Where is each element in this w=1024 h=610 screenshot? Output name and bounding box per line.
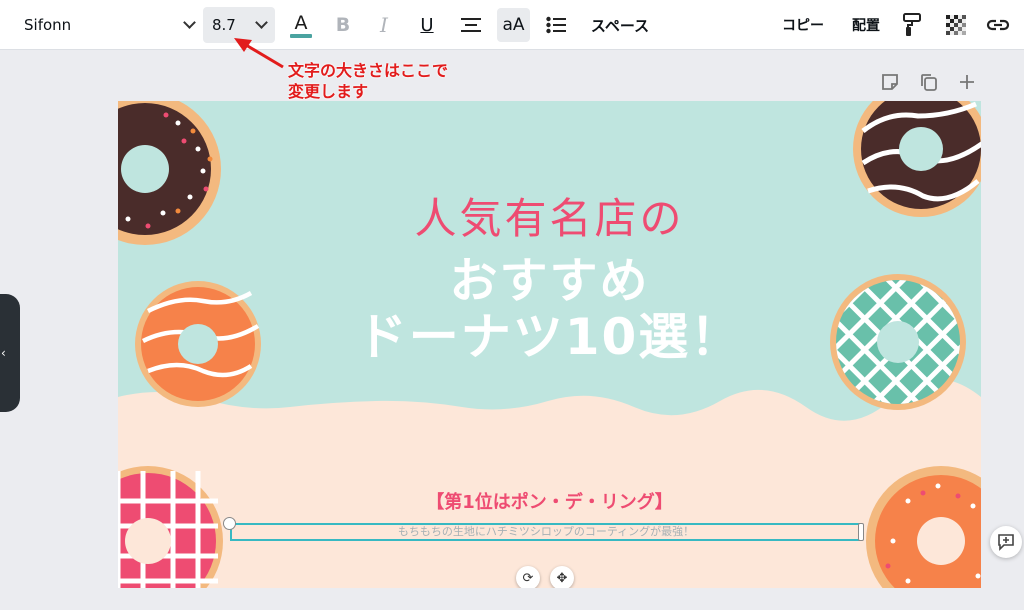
duplicate-icon xyxy=(921,74,937,91)
plus-icon xyxy=(960,75,974,89)
comment-plus-icon xyxy=(998,534,1014,551)
add-comment-button[interactable] xyxy=(990,526,1022,558)
add-note-button[interactable] xyxy=(880,72,900,92)
move-icon: ✥ xyxy=(556,570,568,586)
rotate-button[interactable]: ⟳ xyxy=(516,566,540,588)
annotation-line: 変更します xyxy=(288,82,369,101)
design-canvas[interactable]: 人気有名店の おすすめ ドーナツ10選！ 【第1位はポン・デ・リング】 もちもち… xyxy=(118,101,981,588)
annotation-text: 文字の大きさはここで 変更します xyxy=(288,60,448,102)
title-line-1[interactable]: 人気有名店の xyxy=(118,185,981,246)
title-line-3[interactable]: ドーナツ10選！ xyxy=(118,297,981,369)
note-icon xyxy=(882,74,898,90)
rotate-icon: ⟳ xyxy=(522,570,534,586)
description-text[interactable]: もちもちの生地にハチミツシロップのコーティングが最強！ xyxy=(398,525,694,538)
resize-handle-right[interactable] xyxy=(858,523,864,541)
duplicate-page-button[interactable] xyxy=(919,72,939,92)
annotation-line: 文字の大きさはここで xyxy=(288,61,449,80)
move-button[interactable]: ✥ xyxy=(550,566,574,588)
resize-handle-left[interactable] xyxy=(223,517,236,530)
selected-text-box[interactable]: もちもちの生地にハチミツシロップのコーティングが最強！ xyxy=(230,523,862,541)
add-page-button[interactable] xyxy=(957,72,977,92)
rank-heading[interactable]: 【第1位はポン・デ・リング】 xyxy=(118,488,981,514)
